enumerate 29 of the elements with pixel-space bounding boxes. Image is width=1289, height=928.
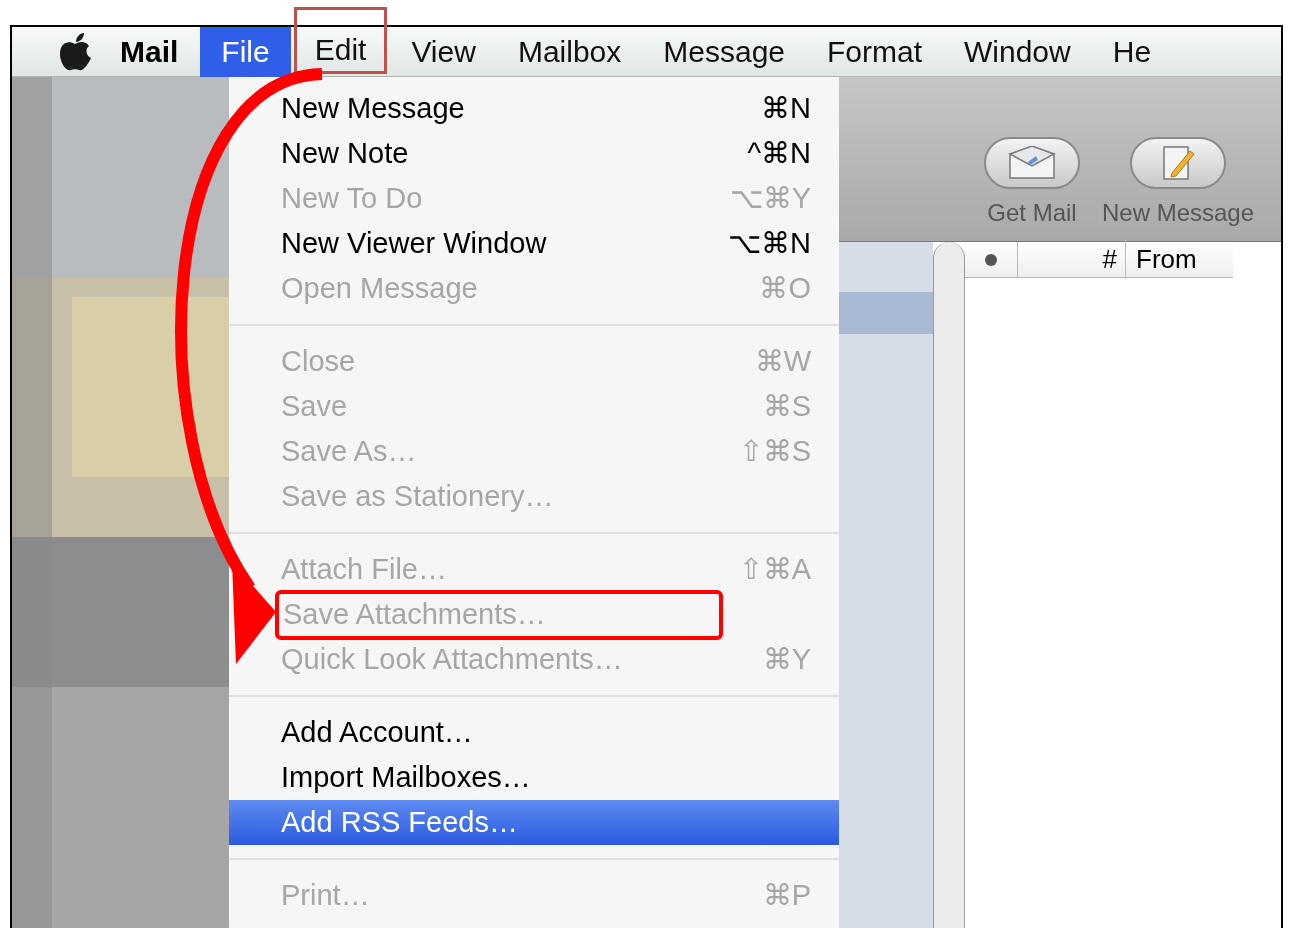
column-header[interactable]: #	[1102, 240, 1125, 279]
shortcut-text: ⌘Y	[762, 641, 811, 677]
app-menu[interactable]: Mail	[120, 29, 179, 74]
menu-title[interactable]: File	[200, 26, 291, 77]
menu-title[interactable]: Format	[806, 26, 943, 77]
shortcut-text: ⇧⌘A	[738, 551, 811, 587]
shortcut-text: ⌘O	[759, 270, 811, 306]
menu-item[interactable]: Add Account…	[281, 710, 473, 755]
menu-title[interactable]: Window	[943, 26, 1092, 77]
menu-item[interactable]: Add RSS Feeds…	[229, 800, 839, 845]
envelope-icon	[1008, 146, 1056, 180]
menu-item[interactable]: New Message	[281, 86, 465, 131]
shortcut-text: ⌥⌘N	[728, 225, 811, 261]
menu-title[interactable]: Edit	[293, 7, 388, 74]
menu-item[interactable]: Import Mailboxes…	[281, 755, 531, 800]
shortcut-text: ⌥⌘Y	[729, 180, 811, 216]
menu-item[interactable]: New Viewer Window	[281, 221, 547, 266]
menu-title[interactable]: He	[1091, 26, 1173, 77]
column-header[interactable]: From	[1125, 240, 1233, 279]
menu-item[interactable]: New Note	[281, 131, 409, 176]
menu-title[interactable]: View	[390, 26, 497, 77]
shortcut-text: ^⌘N	[747, 135, 811, 171]
shortcut-text: ⌘W	[754, 343, 811, 379]
shortcut-text: ⌘P	[762, 877, 811, 913]
shortcut-text: ⇧⌘S	[738, 433, 811, 469]
menu-title[interactable]: Message	[642, 26, 806, 77]
shortcut-text: ⌘N	[761, 90, 811, 126]
menu-title[interactable]: Mailbox	[496, 26, 643, 77]
shortcut-text: ⌘S	[762, 388, 811, 424]
